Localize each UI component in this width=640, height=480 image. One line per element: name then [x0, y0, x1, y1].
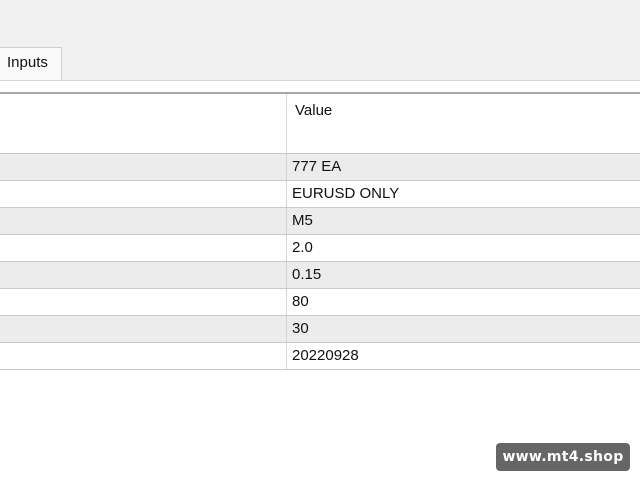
- value-column-header[interactable]: Value: [286, 94, 640, 153]
- table-row[interactable]: M5: [0, 208, 640, 235]
- value-cell[interactable]: 777 EA: [286, 154, 640, 180]
- table-row[interactable]: 2.0: [0, 235, 640, 262]
- inputs-table: Value 777 EA EURUSD ONLY M5 2.0 0.15 80: [0, 92, 640, 370]
- value-cell[interactable]: 30: [286, 316, 640, 342]
- variable-cell[interactable]: [0, 235, 286, 261]
- table-row[interactable]: 80: [0, 289, 640, 316]
- table-row[interactable]: 0.15: [0, 262, 640, 289]
- variable-cell[interactable]: [0, 208, 286, 234]
- value-cell[interactable]: M5: [286, 208, 640, 234]
- value-cell[interactable]: 0.15: [286, 262, 640, 288]
- variable-cell[interactable]: [0, 181, 286, 207]
- window-top-area: [0, 0, 640, 44]
- table-header-row: Value: [0, 94, 640, 154]
- table-row[interactable]: 20220928: [0, 343, 640, 370]
- variable-cell[interactable]: [0, 289, 286, 315]
- tab-inputs[interactable]: Inputs: [0, 47, 62, 80]
- watermark-label: www.mt4.shop: [496, 443, 630, 471]
- value-cell[interactable]: EURUSD ONLY: [286, 181, 640, 207]
- table-row[interactable]: 30: [0, 316, 640, 343]
- tab-content-spacer: [0, 81, 640, 92]
- variable-cell[interactable]: [0, 154, 286, 180]
- value-cell[interactable]: 80: [286, 289, 640, 315]
- table-row[interactable]: EURUSD ONLY: [0, 181, 640, 208]
- ea-properties-window: Inputs Value 777 EA EURUSD ONLY M5 2.0 0…: [0, 0, 640, 480]
- variable-cell[interactable]: [0, 262, 286, 288]
- table-row[interactable]: 777 EA: [0, 154, 640, 181]
- tab-bar: Inputs: [0, 44, 640, 81]
- variable-cell[interactable]: [0, 343, 286, 369]
- value-cell[interactable]: 2.0: [286, 235, 640, 261]
- value-cell[interactable]: 20220928: [286, 343, 640, 369]
- value-column-header-label: Value: [295, 102, 333, 119]
- variable-cell[interactable]: [0, 316, 286, 342]
